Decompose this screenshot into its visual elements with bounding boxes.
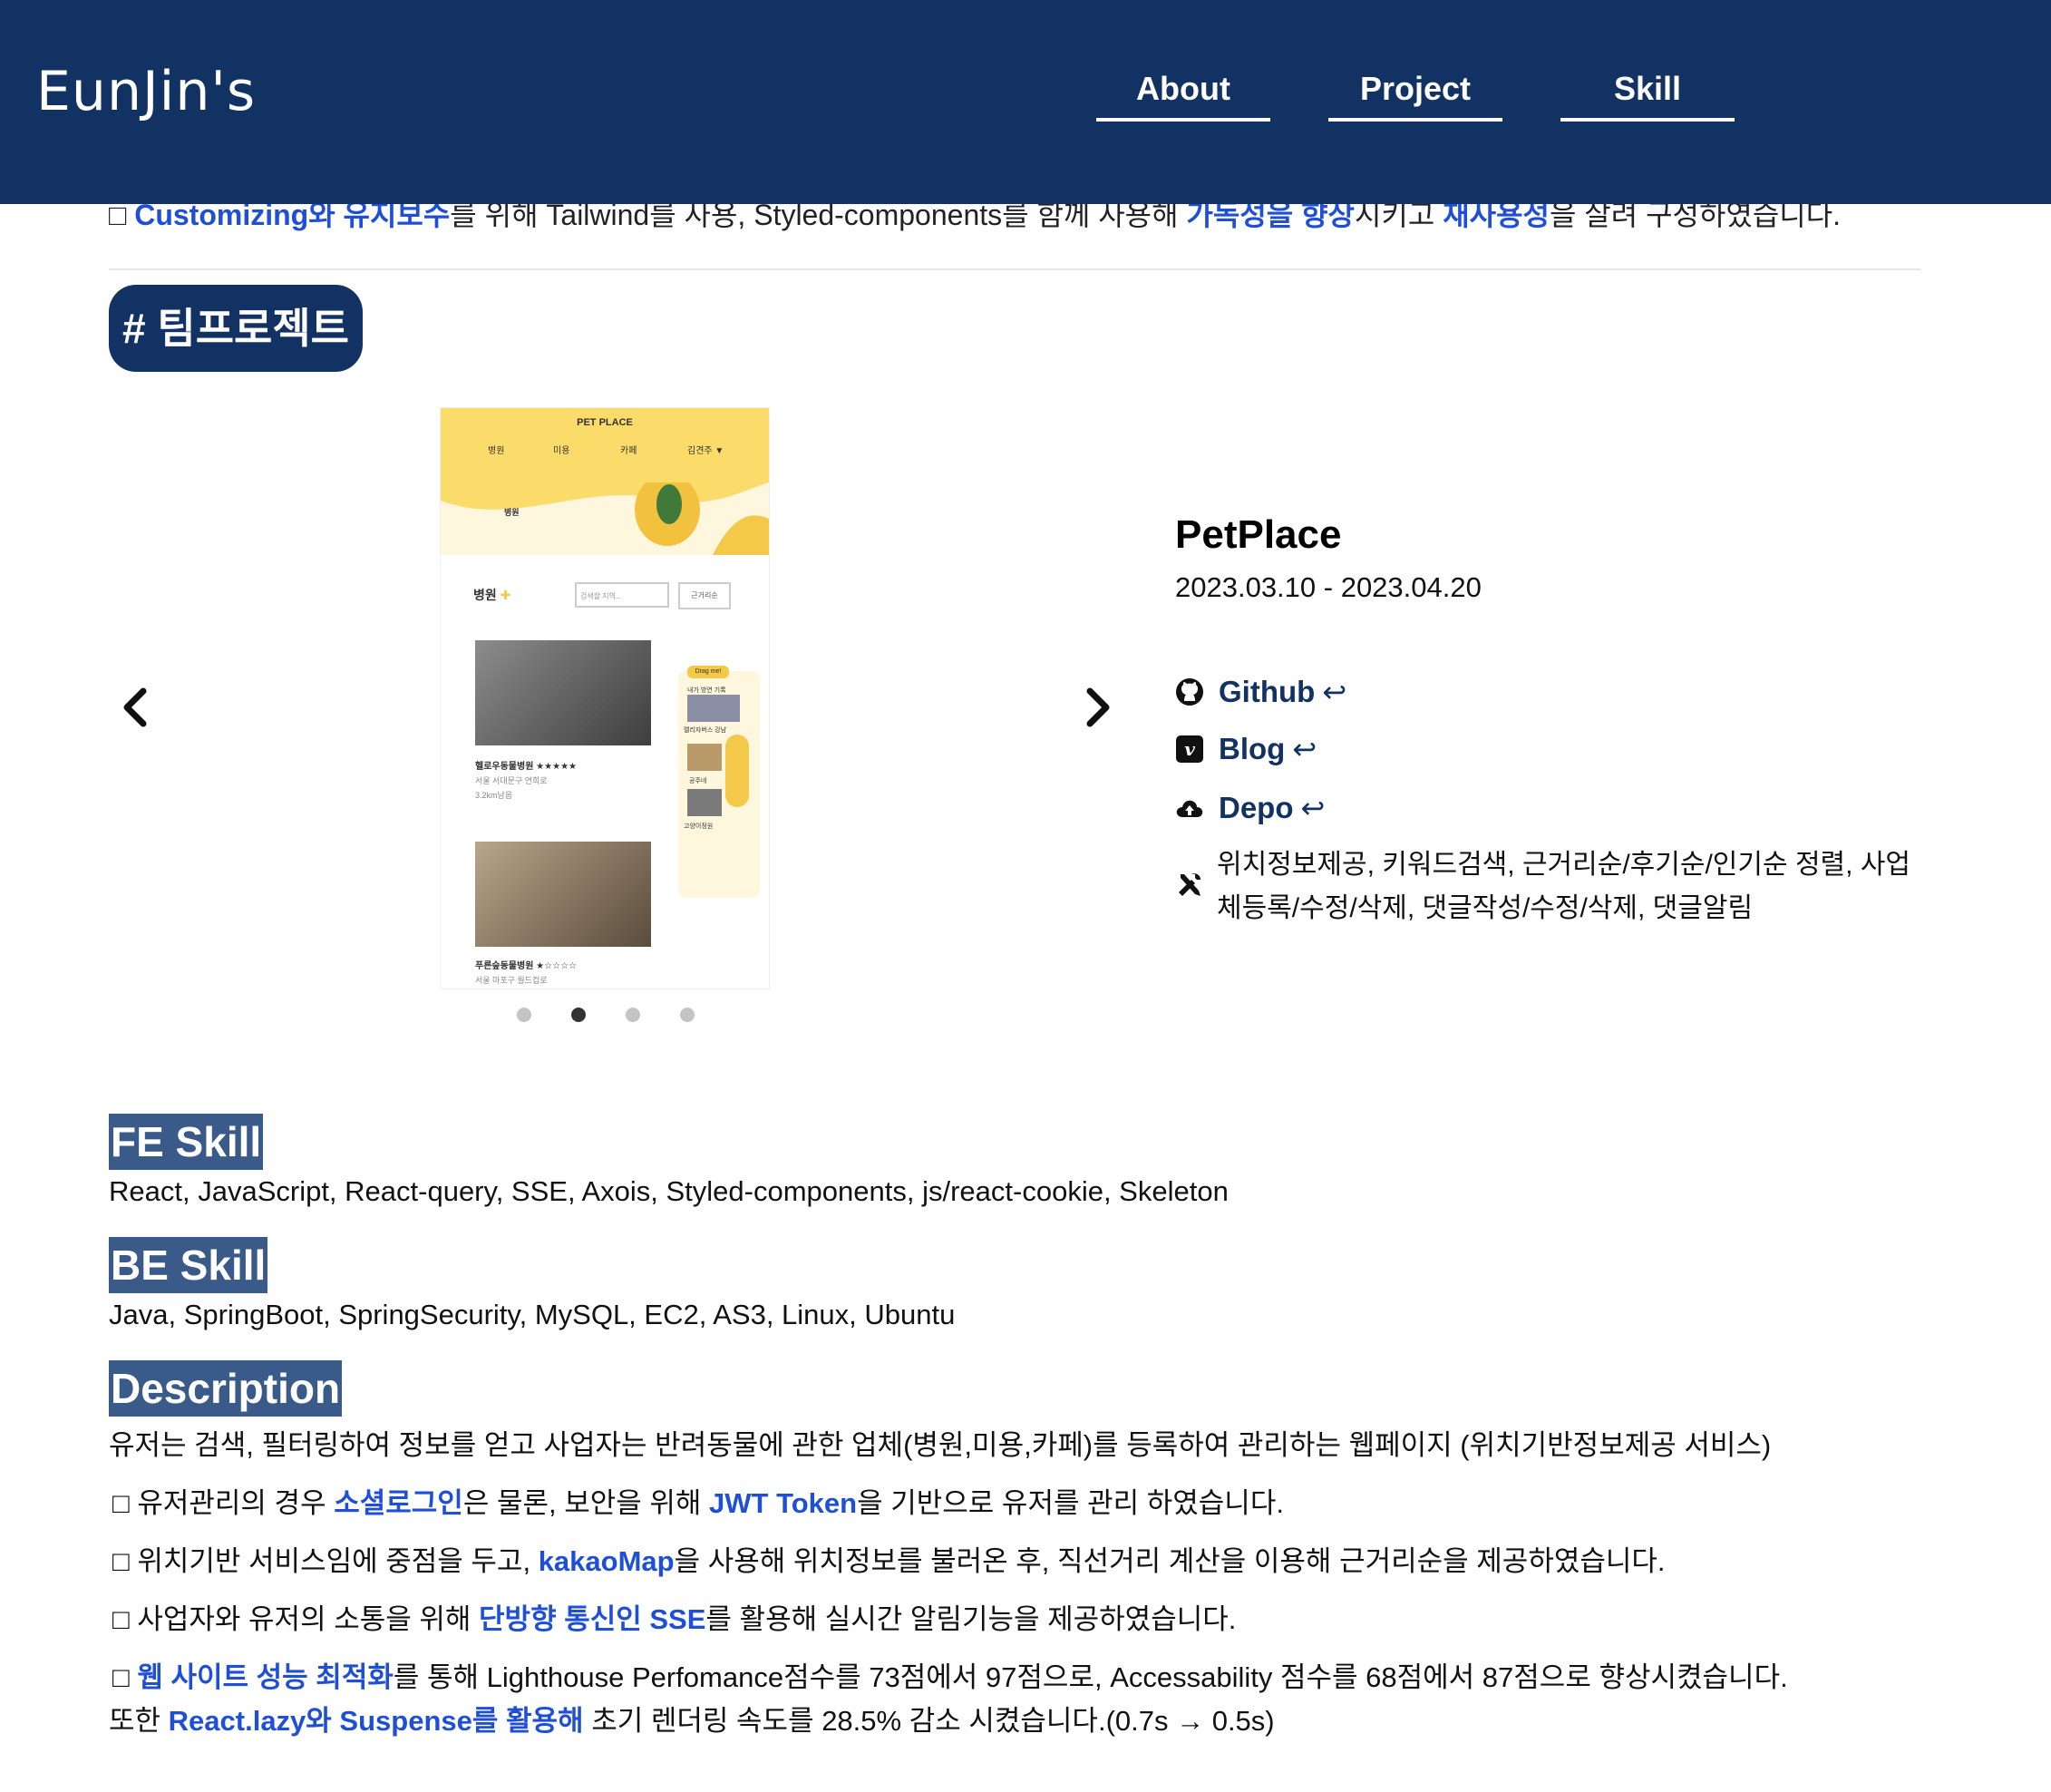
section-divider: [109, 268, 1920, 270]
bullet-text: □ 유저관리의 경우: [112, 1487, 335, 1519]
features-text: 위치정보제공, 키워드검색, 근거리순/후기순/인기순 정렬, 사업체등록/수정…: [1217, 850, 1911, 923]
screenshot-menu-item: 병원: [488, 446, 505, 456]
project-name: PetPlace: [1175, 512, 1342, 557]
blog-link-label: Blog: [1219, 732, 1286, 765]
carousel-dot[interactable]: [571, 1008, 586, 1022]
highlight-text: 웹 사이트 성능 최적화: [137, 1661, 394, 1693]
bullet-text: □ 위치기반 서비스임에 중점을 두고,: [112, 1545, 539, 1577]
nav-skill[interactable]: Skill: [1560, 65, 1735, 122]
screenshot-item-distance: 3.2km남음: [475, 791, 513, 800]
carousel-prev-arrow-icon[interactable]: [118, 686, 154, 729]
screenshot-menu-item: 카페: [620, 446, 637, 456]
screenshot-hero-title: 병원: [504, 508, 520, 517]
screenshot-side-item: 멜리자버스 강남: [684, 727, 727, 734]
bullet-text: 은 물론, 보안을 위해: [462, 1487, 710, 1519]
top-header: EunJin's About Project Skill: [0, 0, 2051, 204]
description-bullet: □ 유저관리의 경우 소셜로그인은 물론, 보안을 위해 JWT Token을 …: [112, 1480, 1284, 1521]
bullet-text: 초기 렌더링 속도를 28.5% 감소 시켰습니다.(0.7s → 0.5s): [583, 1705, 1275, 1737]
description-title: Description: [109, 1360, 343, 1417]
bullet-text: 를 통해 Lighthouse Perfomance점수를 73점에서 97점으…: [393, 1661, 1788, 1693]
carousel-dot[interactable]: [626, 1008, 640, 1022]
cloud-upload-icon: [1175, 794, 1204, 823]
nav-project[interactable]: Project: [1328, 65, 1502, 122]
screenshot-brand: PET PLACE: [577, 417, 633, 428]
svg-text:v: v: [1184, 738, 1195, 760]
carousel-dot[interactable]: [517, 1008, 531, 1022]
highlight-text: 소셜로그인: [334, 1487, 463, 1519]
fe-skill-title: FE Skill: [109, 1114, 264, 1170]
bullet-text: 을 사용해 위치정보를 불러온 후, 직선거리 계산을 이용해 근거리순을 제공…: [674, 1545, 1666, 1577]
team-project-badge: # 팀프로젝트: [109, 285, 363, 372]
screenshot-side-item: 고양이정원: [684, 823, 714, 830]
screenshot-drag-label: Drag me!: [687, 666, 729, 678]
screenshot-side-item: 공주네: [689, 778, 707, 784]
tools-icon: [1175, 871, 1204, 900]
highlight-text: React.lazy와 Suspense를 활용해: [168, 1705, 584, 1737]
side-photo: [687, 789, 722, 816]
bullet-text: 또한: [109, 1705, 169, 1737]
side-photo: [687, 744, 722, 771]
depo-link-label: Depo: [1219, 791, 1294, 824]
fe-skill-text: React, JavaScript, React-query, SSE, Axo…: [109, 1175, 1229, 1207]
screenshot-side-item: 내가 방연 기록: [687, 687, 726, 694]
screenshot-item-address: 서울 서대문구 연희로: [475, 776, 548, 785]
highlight-text: 단방향 통신인 SSE: [479, 1603, 706, 1635]
description-bullet: □ 웹 사이트 성능 최적화를 통해 Lighthouse Perfomance…: [112, 1654, 1788, 1695]
depo-link[interactable]: Depo ↩: [1175, 788, 1325, 828]
github-link[interactable]: Github ↩: [1175, 672, 1346, 712]
screenshot-menu-item: 김견주 ▼: [687, 446, 724, 456]
velog-icon: v: [1175, 735, 1204, 764]
screenshot-menu-item: 미용: [553, 446, 570, 456]
screenshot-sort-button: 근거리순: [678, 582, 731, 609]
return-arrow-icon: ↩: [1292, 733, 1317, 765]
github-icon: [1175, 677, 1204, 706]
be-skill-text: Java, SpringBoot, SpringSecurity, MySQL,…: [109, 1299, 956, 1330]
bullet-text: □ 사업자와 유저의 소통을 위해: [112, 1603, 480, 1635]
hospital-photo: [475, 842, 651, 947]
description-last-line: 또한 React.lazy와 Suspense를 활용해 초기 렌더링 속도를 …: [109, 1698, 1275, 1738]
screenshot-search-input: 검색할 지역..: [575, 582, 669, 608]
carousel-dot[interactable]: [680, 1008, 695, 1022]
bullet-text: 를 활용해 실시간 알림기능을 제공하였습니다.: [705, 1603, 1237, 1635]
project-date: 2023.03.10 - 2023.04.20: [1175, 571, 1482, 603]
page: □ Customizing와 유지보수를 위해 Tailwind를 사용, St…: [0, 0, 2051, 1792]
return-arrow-icon: ↩: [1322, 676, 1347, 708]
description-bullet: □ 위치기반 서비스임에 중점을 두고, kakaoMap을 사용해 위치정보를…: [112, 1538, 1666, 1579]
bullet-text: 을 기반으로 유저를 관리 하였습니다.: [857, 1487, 1284, 1519]
return-arrow-icon: ↩: [1300, 792, 1326, 824]
hospital-photo: [475, 640, 651, 745]
description-bullet: □ 사업자와 유저의 소통을 위해 단방향 통신인 SSE를 활용해 실시간 알…: [112, 1596, 1236, 1637]
highlight-text: kakaoMap: [538, 1545, 675, 1577]
scroll-buttons-icon: [725, 735, 749, 807]
blog-link[interactable]: v Blog ↩: [1175, 729, 1317, 769]
description-text: 유저는 검색, 필터링하여 정보를 얻고 사업자는 반려동물에 관한 업체(병원…: [109, 1429, 1772, 1461]
screenshot-hero: PET PLACE 병원 미용 카페 김견주 ▼ 병원: [441, 408, 769, 555]
be-skill-title: BE Skill: [109, 1237, 268, 1293]
side-photo: [687, 695, 740, 722]
github-link-label: Github: [1219, 675, 1316, 708]
screenshot-side-panel: Drag me! 내가 방연 기록 멜리자버스 강남 공주네 고양이정원: [678, 666, 760, 898]
screenshot-section-title: 병원 ✚: [473, 588, 511, 602]
screenshot-item-name: 푸른숲동물병원 ★☆☆☆☆: [475, 961, 578, 971]
carousel-next-arrow-icon[interactable]: [1079, 686, 1115, 729]
site-logo[interactable]: EunJin's: [36, 60, 256, 123]
highlight-text: JWT Token: [709, 1487, 858, 1519]
project-screenshot: PET PLACE 병원 미용 카페 김견주 ▼ 병원 병원 ✚ 검색할 지역.…: [441, 408, 769, 989]
screenshot-item-name: 헬로우동물병원 ★★★★★: [475, 762, 578, 772]
bullet-text: □: [112, 1661, 138, 1693]
hero-wave-graphic: [441, 482, 769, 555]
screenshot-item-address: 서울 마포구 월드컵로: [475, 976, 548, 985]
nav-about[interactable]: About: [1096, 65, 1270, 122]
